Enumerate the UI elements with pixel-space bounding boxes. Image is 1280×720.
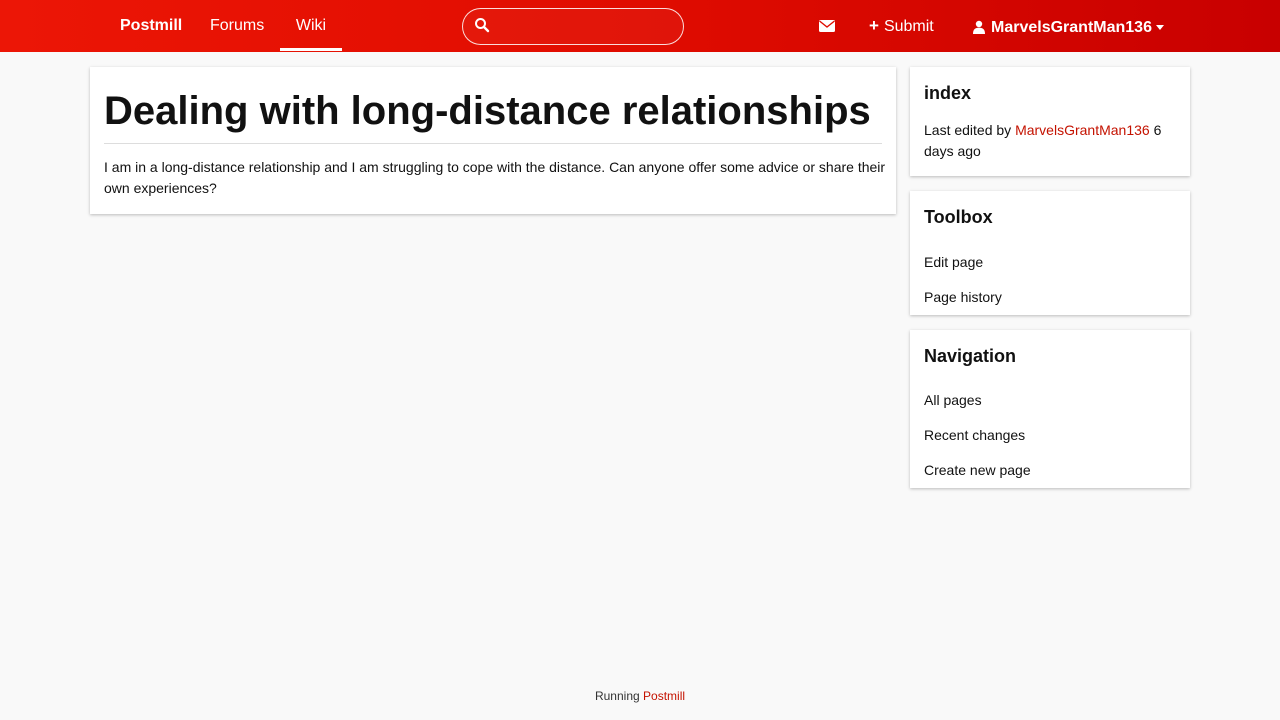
nav-wiki[interactable]: Wiki [280,0,342,52]
last-edited: Last edited by MarvelsGrantMan136 6 days… [924,120,1180,162]
nav-forums[interactable]: Forums [210,0,264,52]
title-divider [104,143,882,144]
toolbox-card: Toolbox Edit page Page history [910,191,1190,315]
search-box[interactable] [462,8,684,45]
mail-icon [818,20,836,40]
toolbox-heading: Toolbox [924,207,993,227]
wiki-article: Dealing with long-distance relationships… [90,67,896,214]
search-input[interactable] [495,14,675,39]
create-new-page-link[interactable]: Create new page [924,461,1031,479]
active-tab-indicator [280,48,342,51]
navigation-heading: Navigation [924,346,1017,366]
caret-down-icon [1155,0,1164,52]
user-icon [973,4,985,56]
brand-link[interactable]: Postmill [120,0,182,52]
recent-changes-link[interactable]: Recent changes [924,426,1025,444]
edit-page-link[interactable]: Edit page [924,253,983,271]
index-heading: index [924,83,972,103]
search-icon [474,17,490,33]
page-history-link[interactable]: Page history [924,288,1002,306]
page-body: I am in a long-distance relationship and… [104,159,886,196]
footer-prefix: Running [594,689,640,703]
submit-label: Submit [883,18,934,35]
user-menu[interactable]: MarvelsGrantMan136 [973,0,1164,52]
site-footer: Running Postmill [0,688,1280,704]
all-pages-link[interactable]: All pages [924,391,982,409]
index-card: index Last edited by MarvelsGrantMan136 … [910,67,1190,176]
messages-button[interactable] [818,16,838,36]
nav-wiki-label: Wiki [295,17,327,34]
editor-user-link[interactable]: MarvelsGrantMan136 [1015,122,1150,138]
footer-postmill-link[interactable]: Postmill [643,689,685,703]
edited-prefix: Last edited by [924,122,1012,138]
submit-button[interactable]: + Submit [869,0,934,52]
site-header: Postmill Forums Wiki + Submit MarvelsGra… [0,0,1280,52]
page-title: Dealing with long-distance relationships [104,89,871,133]
plus-icon: + [869,16,879,35]
navigation-card: Navigation All pages Recent changes Crea… [910,330,1190,488]
username-label: MarvelsGrantMan136 [991,19,1152,36]
